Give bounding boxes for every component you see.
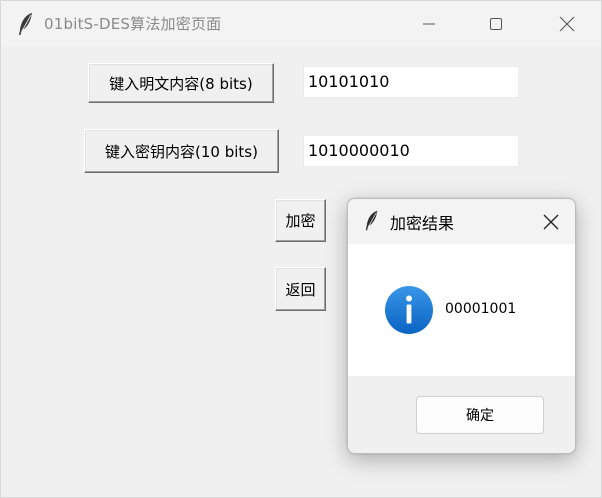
key-field[interactable]: 1010000010 (303, 135, 519, 167)
minimize-icon (423, 23, 435, 25)
result-message: 00001001 (445, 301, 517, 317)
maximize-button[interactable] (473, 1, 519, 47)
maximize-icon (490, 18, 502, 30)
result-dialog: 加密结果 00001001 确定 (347, 198, 576, 454)
dialog-footer: 确定 (348, 376, 575, 453)
title-bar[interactable]: 01bitS-DES算法加密页面 (1, 1, 601, 47)
feather-icon (364, 209, 380, 232)
dialog-title: 加密结果 (390, 214, 455, 233)
close-icon (559, 16, 575, 32)
minimize-button[interactable] (406, 1, 452, 47)
ok-button[interactable]: 确定 (416, 396, 544, 434)
window-title: 01bitS-DES算法加密页面 (44, 15, 222, 33)
close-button[interactable] (544, 1, 590, 47)
info-icon (385, 286, 433, 334)
dialog-body: 00001001 (348, 244, 575, 376)
dialog-title-bar[interactable]: 加密结果 (348, 199, 575, 244)
feather-icon (17, 12, 35, 36)
close-icon (543, 214, 559, 230)
back-button[interactable]: 返回 (275, 267, 326, 311)
plaintext-field[interactable]: 10101010 (303, 66, 519, 98)
plaintext-input-button[interactable]: 键入明文内容(8 bits) (88, 63, 274, 103)
encrypt-button[interactable]: 加密 (275, 199, 326, 242)
key-input-button[interactable]: 键入密钥内容(10 bits) (84, 129, 279, 173)
dialog-close-button[interactable] (534, 205, 568, 239)
